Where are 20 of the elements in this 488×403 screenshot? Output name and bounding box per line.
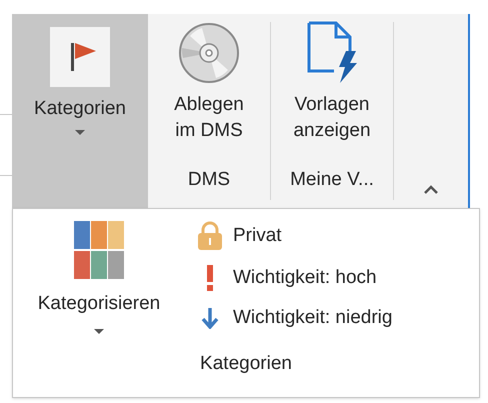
- group-label: DMS: [188, 168, 230, 192]
- menu-item[interactable]: Privat: [197, 221, 392, 251]
- caret-icon: [75, 130, 85, 135]
- group-label: Kategorien: [200, 352, 292, 376]
- document-lightning-icon: [306, 21, 358, 85]
- flag-icon: [50, 27, 110, 87]
- group-label: Meine V...: [290, 168, 374, 192]
- down-arrow-icon: [201, 307, 219, 329]
- ribbon-button[interactable]: Kategorien: [12, 14, 148, 208]
- lock-icon: [197, 221, 223, 251]
- menu-item[interactable]: Wichtigkeit: niedrig: [197, 305, 392, 331]
- ribbon-button[interactable]: Vorlagen anzeigen: [271, 14, 393, 164]
- collapse-icon[interactable]: [424, 185, 438, 194]
- color-grid-icon: [74, 221, 124, 279]
- disc-icon: [178, 22, 240, 84]
- menu-item[interactable]: Wichtigkeit: hoch: [197, 265, 392, 291]
- exclamation-icon: [206, 265, 214, 291]
- categorize-button[interactable]: Kategorisieren: [19, 221, 179, 334]
- caret-icon: [94, 329, 104, 334]
- ribbon-button[interactable]: Ablegen im DMS: [148, 14, 270, 164]
